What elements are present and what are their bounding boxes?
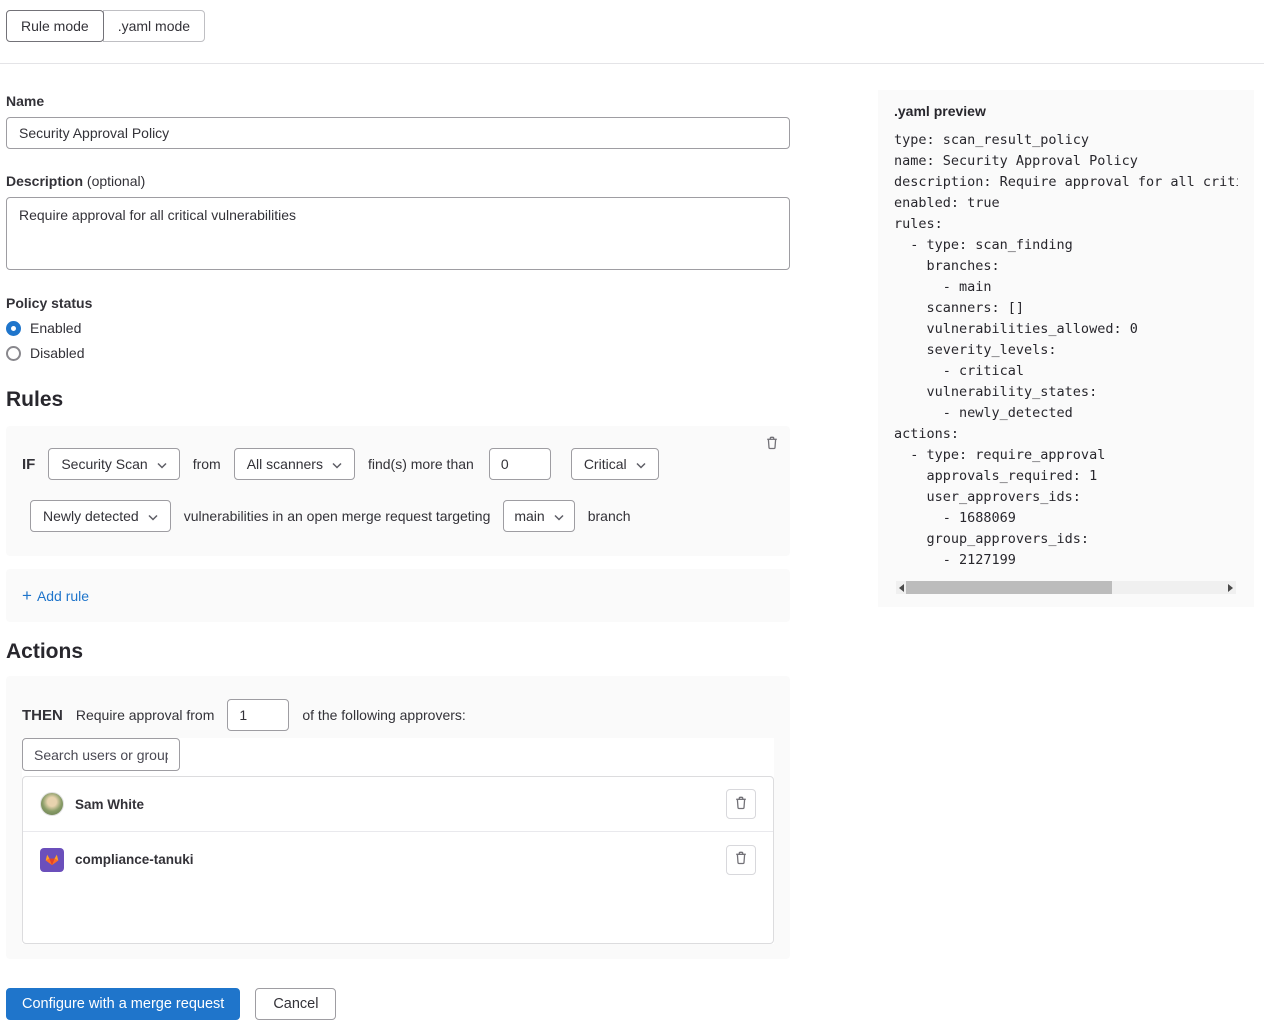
- tanuki-icon: [44, 851, 60, 869]
- rules-heading: Rules: [6, 388, 790, 412]
- vulnerabilities-allowed-input[interactable]: [489, 448, 551, 480]
- radio-enabled-label: Enabled: [30, 320, 81, 336]
- scroll-right-arrow[interactable]: [1228, 584, 1233, 592]
- policy-form: Name Description (optional) Require appr…: [6, 93, 790, 959]
- status-option-disabled: Disabled: [6, 345, 790, 361]
- group-avatar: [40, 848, 64, 872]
- rule-row-2: Newly detected vulnerabilities in an ope…: [22, 500, 774, 532]
- approver-row-user: Sam White: [23, 777, 773, 832]
- tab-rule-mode[interactable]: Rule mode: [6, 10, 104, 42]
- plus-icon: +: [22, 587, 32, 604]
- cancel-button[interactable]: Cancel: [255, 988, 336, 1020]
- chevron-down-icon: [636, 456, 646, 472]
- search-users-groups-input[interactable]: [22, 738, 180, 771]
- description-optional-hint: (optional): [87, 173, 145, 189]
- require-approval-label: Require approval from: [76, 707, 215, 723]
- scan-type-dropdown[interactable]: Security Scan: [48, 448, 179, 480]
- description-label: Description (optional): [6, 173, 790, 189]
- rule-card: IF Security Scan from All scanners find(…: [6, 426, 790, 556]
- remove-approver-button[interactable]: [726, 789, 756, 819]
- add-rule-button[interactable]: + Add rule: [22, 587, 89, 604]
- delete-rule-button[interactable]: [764, 435, 780, 451]
- yaml-preview-panel: .yaml preview type: scan_result_policy n…: [878, 90, 1254, 607]
- actions-heading: Actions: [6, 640, 790, 664]
- trash-icon: [733, 795, 749, 814]
- trash-icon: [733, 850, 749, 869]
- status-option-enabled: Enabled: [6, 320, 790, 336]
- finds-more-than-label: find(s) more than: [368, 456, 474, 472]
- rule-row-1: IF Security Scan from All scanners find(…: [22, 448, 774, 480]
- yaml-preview-title: .yaml preview: [894, 103, 1238, 119]
- following-approvers-label: of the following approvers:: [302, 707, 465, 723]
- scrollbar-thumb[interactable]: [906, 581, 1112, 594]
- name-label: Name: [6, 93, 790, 109]
- severity-dropdown[interactable]: Critical: [571, 448, 659, 480]
- if-keyword: IF: [22, 456, 35, 473]
- yaml-horizontal-scrollbar[interactable]: [896, 581, 1236, 594]
- approver-row-group: compliance-tanuki: [23, 832, 773, 887]
- policy-status-label: Policy status: [6, 295, 790, 311]
- name-input[interactable]: [6, 117, 790, 149]
- chevron-down-icon: [157, 456, 167, 472]
- trash-icon: [764, 439, 780, 454]
- approver-name: compliance-tanuki: [75, 852, 194, 867]
- chevron-down-icon: [554, 508, 564, 524]
- then-row: THEN Require approval from of the follow…: [22, 699, 774, 731]
- radio-disabled-label: Disabled: [30, 345, 84, 361]
- branch-dropdown[interactable]: main: [503, 500, 574, 532]
- scroll-left-arrow[interactable]: [899, 584, 904, 592]
- description-textarea[interactable]: Require approval for all critical vulner…: [6, 197, 790, 270]
- approvals-required-input[interactable]: [227, 699, 289, 731]
- form-footer: Configure with a merge request Cancel: [6, 988, 1264, 1020]
- top-divider: [0, 63, 1264, 64]
- radio-disabled[interactable]: [6, 346, 21, 361]
- add-rule-card: + Add rule: [6, 569, 790, 622]
- action-card: THEN Require approval from of the follow…: [6, 676, 790, 959]
- yaml-preview-code: type: scan_result_policy name: Security …: [894, 130, 1238, 571]
- then-keyword: THEN: [22, 707, 63, 724]
- targeting-label: vulnerabilities in an open merge request…: [184, 508, 491, 524]
- approvers-panel: Sam White: [22, 738, 774, 944]
- chevron-down-icon: [332, 456, 342, 472]
- approver-name: Sam White: [75, 797, 144, 812]
- scanners-dropdown[interactable]: All scanners: [234, 448, 355, 480]
- from-label: from: [193, 456, 221, 472]
- branch-label: branch: [588, 508, 631, 524]
- remove-approver-button[interactable]: [726, 845, 756, 875]
- chevron-down-icon: [148, 508, 158, 524]
- user-avatar: [40, 792, 64, 816]
- tab-yaml-mode[interactable]: .yaml mode: [103, 10, 205, 42]
- vulnerability-state-dropdown[interactable]: Newly detected: [30, 500, 171, 532]
- configure-merge-request-button[interactable]: Configure with a merge request: [6, 988, 240, 1020]
- editor-mode-tabs: Rule mode .yaml mode: [6, 10, 205, 42]
- radio-enabled[interactable]: [6, 321, 21, 336]
- approvers-list: Sam White: [22, 776, 774, 944]
